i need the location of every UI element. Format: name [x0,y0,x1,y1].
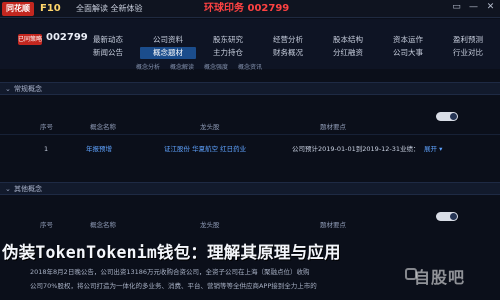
nav-item-finance[interactable]: 财务概况 [260,47,316,59]
column-header: 龙头股 [200,221,220,229]
subnav-item[interactable]: 概念强度 [204,64,228,72]
subnav-item[interactable]: 概念分析 [136,64,160,72]
nav-item-events[interactable]: 公司大事 [380,47,436,59]
nav-item-capital-ops[interactable]: 资本运作 [380,34,436,46]
nav-item-shareholders[interactable]: 股东研究 [200,34,256,46]
minimize-icon[interactable]: — [468,2,479,13]
close-icon[interactable]: ✕ [485,2,496,13]
article-line: 2018年8月2日晚公告，公司出资13186万元收购合资公司，全资子公司在上海（… [30,268,310,276]
row-index: 1 [44,145,49,153]
subnav-item[interactable]: 概念资讯 [238,64,262,72]
table-header: 序号 概念名称 龙头股 题材要点 [0,120,500,134]
nav-item-latest[interactable]: 最新动态 [80,34,136,46]
table-row: 1 年报预增 证江股份 华夏航空 红日药业 公司预计2019-01-01到201… [0,142,500,156]
nav-item-capital-structure[interactable]: 股本结构 [320,34,376,46]
nav-item-concepts[interactable]: 概念题材 [140,47,196,59]
column-header: 题材要点 [320,221,346,229]
window-title: 环球印务 002799 [204,3,290,14]
subnav-item[interactable]: 概念解读 [170,64,194,72]
expand-button[interactable]: 展开 ▾ [424,142,442,156]
column-header: 题材要点 [320,123,346,131]
nav-item-industry[interactable]: 行业对比 [440,47,496,59]
theme-point: 公司预计2019-01-01到2019-12-31业绩： [292,145,420,153]
concept-name-link[interactable]: 年报预增 [86,142,112,156]
stock-badge: 已同策略 [18,34,43,45]
window-controls: ▭ — ✕ [451,2,496,13]
nav-item-holdings[interactable]: 主力持仓 [200,47,256,59]
collapse-icon[interactable]: ⌄ [5,185,11,194]
nav-item-forecast[interactable]: 盈利预测 [440,34,496,46]
nav-item-news[interactable]: 新闻公告 [80,47,136,59]
app-logo: 同花顺 [2,2,34,16]
nav-grid: 最新动态 公司资料 股东研究 经营分析 股本结构 资本运作 盈利预测 新闻公告 … [80,34,500,68]
toggle-switch[interactable] [436,212,458,221]
nav-item-company-info[interactable]: 公司资料 [140,34,196,46]
overlay-headline: 伪装TokenTokenim钱包：理解其原理与应用 [2,243,341,262]
title-bar: 同花顺 F10 全面解读 全新体验 环球印务 002799 ▭ — ✕ [0,0,500,18]
restore-icon[interactable]: ▭ [451,2,462,13]
panel-header-other[interactable]: ⌄ 其他概念 [0,182,500,195]
app-name: F10 [40,3,61,14]
table-header: 序号 概念名称 龙头股 题材要点 [0,218,500,232]
article-line: 公司70%股权，将公司打造为一体化的多业务、消费、平台、营销等等全供应商APP接… [30,282,317,290]
panel-title: 其他概念 [14,185,42,193]
watermark: 自股吧 [414,268,466,287]
column-header: 序号 [40,221,53,229]
toggle-knob [450,113,457,120]
column-header: 龙头股 [200,123,220,131]
panel-header-regular[interactable]: ⌄ 常规概念 [0,82,500,95]
column-header: 概念名称 [90,221,116,229]
toggle-knob [450,213,457,220]
app-slogan: 全面解读 全新体验 [76,4,143,13]
subnav: 概念分析 概念解读 概念强度 概念资讯 [136,64,262,72]
toggle-switch[interactable] [436,112,458,121]
nav-item-operations[interactable]: 经营分析 [260,34,316,46]
column-header: 概念名称 [90,123,116,131]
collapse-icon[interactable]: ⌄ [5,85,11,94]
leader-stocks[interactable]: 证江股份 华夏航空 红日药业 [164,142,246,156]
panel-title: 常规概念 [14,85,42,93]
nav-item-dividends[interactable]: 分红融资 [320,47,376,59]
divider [0,134,500,135]
column-header: 序号 [40,123,53,131]
